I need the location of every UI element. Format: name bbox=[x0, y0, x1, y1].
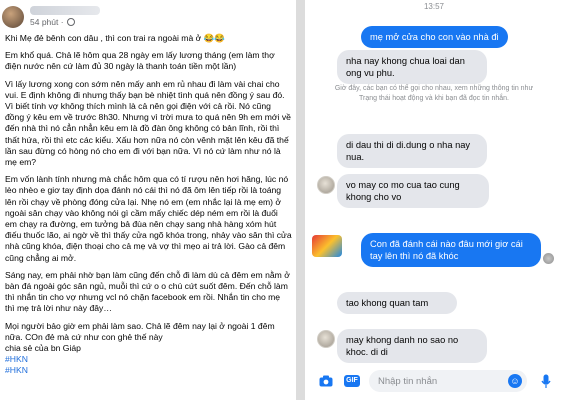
gif-label: GIF bbox=[344, 375, 360, 387]
status-time: 13:57 bbox=[423, 2, 445, 11]
facebook-post: 54 phút · Khi Mẹ đẻ bênh con dâu , thì c… bbox=[0, 0, 296, 400]
gif-icon[interactable]: GIF bbox=[343, 372, 361, 390]
message-input[interactable] bbox=[369, 370, 489, 392]
sticker-image[interactable] bbox=[312, 235, 342, 257]
message-received[interactable]: vo may co mo cua tao cung khong cho vo bbox=[337, 174, 489, 208]
message-sent[interactable]: mẹ mở cửa cho con vào nhà đi bbox=[361, 26, 508, 48]
seen-avatar bbox=[543, 253, 554, 264]
post-time-text: 54 phút · bbox=[30, 17, 64, 27]
camera-glyph bbox=[319, 375, 333, 387]
hashtag-link[interactable]: #HKN bbox=[5, 354, 292, 365]
post-paragraph: Khi Mẹ đẻ bênh con dâu , thì con trai ra… bbox=[5, 33, 226, 43]
message-received[interactable]: tao khong quan tam bbox=[337, 292, 457, 314]
microphone-icon[interactable] bbox=[537, 372, 555, 390]
message-received[interactable]: di dau thi di di.dung o nha nay nua. bbox=[337, 134, 487, 168]
globe-icon bbox=[66, 18, 75, 26]
microphone-glyph bbox=[541, 374, 551, 388]
post-paragraph: Vì lấy lương xong con sớm nên mấy anh em… bbox=[5, 78, 291, 168]
system-note: Giờ đây, các bạn có thể gọi cho nhau, xe… bbox=[334, 85, 534, 102]
post-paragraph: Mọi người bảo giờ em phải làm sao. Chả l… bbox=[5, 320, 275, 342]
author-avatar[interactable] bbox=[2, 6, 24, 28]
message-received[interactable]: nha nay khong chua loai dan ong vu phu. bbox=[337, 50, 487, 84]
contact-avatar[interactable] bbox=[317, 176, 335, 194]
camera-icon[interactable] bbox=[317, 372, 335, 390]
message-composer: GIF ☺ bbox=[305, 364, 563, 400]
post-paragraph: Em vốn lành tính nhưng mà chắc hôm qua c… bbox=[5, 174, 292, 263]
post-paragraph: Em khổ quá. Chả lẽ hôm qua 28 ngày em lấ… bbox=[5, 50, 275, 72]
contact-avatar[interactable] bbox=[317, 330, 335, 348]
emoji-icon[interactable]: ☺ bbox=[508, 374, 522, 388]
message-sent[interactable]: Con đã đánh cái nào đâu mới giơ cái tay … bbox=[361, 233, 541, 267]
post-body: Khi Mẹ đẻ bênh con dâu , thì con trai ra… bbox=[5, 33, 292, 377]
hashtag-link[interactable]: #HKN bbox=[5, 365, 292, 376]
post-header: 54 phút · bbox=[0, 0, 296, 30]
message-input-wrapper: ☺ bbox=[369, 370, 527, 392]
messenger-screenshot: 13:57 mẹ mở cửa cho con vào nhà đi nha n… bbox=[305, 0, 563, 400]
post-timestamp[interactable]: 54 phút · bbox=[30, 17, 75, 27]
author-name-blurred[interactable] bbox=[30, 6, 100, 15]
share-credit: chia sẻ của bn Giáp bbox=[5, 343, 81, 354]
message-received[interactable]: may khong danh no sao no khoc. di di bbox=[337, 329, 487, 363]
post-paragraph: Sáng nay, em phải nhờ bạn làm cũng đến c… bbox=[5, 269, 290, 314]
